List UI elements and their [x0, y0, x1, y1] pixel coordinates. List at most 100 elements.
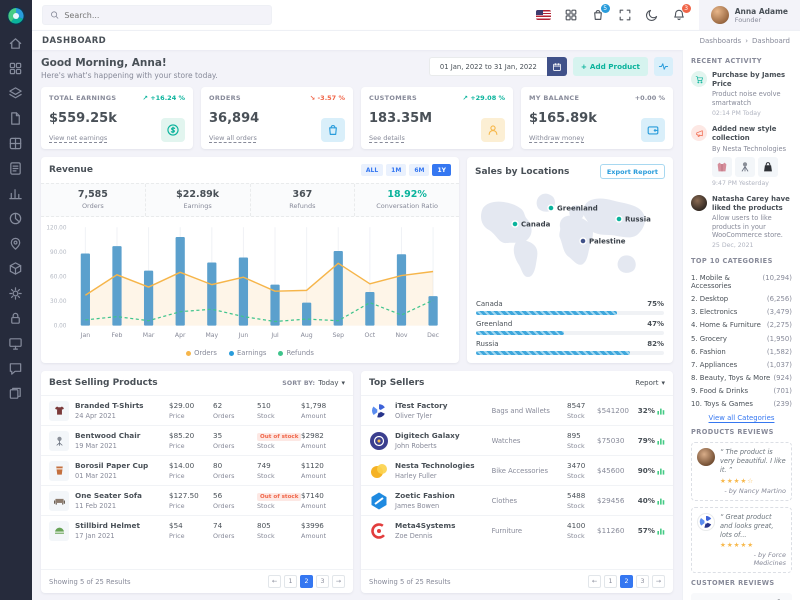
page-button-1[interactable]: 1 [604, 575, 617, 588]
range-button-1y[interactable]: 1Y [432, 164, 451, 176]
category-name: 8. Beauty, Toys & More [691, 374, 770, 382]
add-product-button[interactable]: +Add Product [573, 57, 648, 76]
greeting-row: Good Morning, Anna! Here's what's happen… [41, 57, 673, 80]
product-name: Stillbird Helmet [75, 521, 163, 530]
category-row[interactable]: 7. Appliances(1,037) [691, 358, 792, 371]
category-name: 3. Electronics [691, 308, 737, 316]
svg-text:120.00: 120.00 [47, 225, 67, 231]
activity-thumbnails [712, 157, 792, 177]
amount-cell: $1,798Amount [301, 401, 345, 420]
dark-mode-moon-icon[interactable] [645, 8, 659, 22]
range-button-1m[interactable]: 1M [386, 164, 406, 176]
category-row[interactable]: 2. Desktop(6,256) [691, 292, 792, 305]
category-row[interactable]: 10. Toys & Games(239) [691, 398, 792, 411]
pages-icon[interactable] [8, 111, 24, 127]
page-button-3[interactable]: 3 [316, 575, 329, 588]
calendar-button[interactable] [547, 57, 567, 76]
left-sidebar [0, 0, 32, 600]
stat-link[interactable]: View all orders [209, 134, 257, 142]
page-button-←[interactable]: ← [268, 575, 281, 588]
best-selling-footer: Showing 5 of 25 Results ←123→ [41, 569, 353, 593]
cart-icon[interactable]: 5 [591, 8, 605, 22]
stock-cell: 5488Stock [567, 491, 597, 510]
date-range-input[interactable] [429, 57, 547, 76]
lock-icon[interactable] [8, 311, 24, 327]
search-input[interactable] [64, 11, 264, 20]
category-row[interactable]: 4. Home & Furniture(2,275) [691, 319, 792, 332]
range-button-all[interactable]: ALL [361, 164, 383, 176]
report-dropdown[interactable]: Report ▾ [635, 379, 665, 387]
activity-time: 25 Dec, 2021 [712, 242, 792, 249]
stat-link[interactable]: See details [369, 134, 405, 142]
widgets-icon[interactable] [8, 136, 24, 152]
chat-icon[interactable] [8, 361, 24, 377]
page-button-1[interactable]: 1 [284, 575, 297, 588]
bar-chart-icon[interactable] [8, 186, 24, 202]
stat-link[interactable]: View net earnings [49, 134, 107, 142]
page-button-←[interactable]: ← [588, 575, 601, 588]
page-button-2[interactable]: 2 [300, 575, 313, 588]
top-sellers-title: Top Sellers [369, 378, 424, 388]
page-button-3[interactable]: 3 [636, 575, 649, 588]
category-row[interactable]: 5. Grocery(1,950) [691, 332, 792, 345]
table-row: Zoetic FashionJames BowenClothes5488Stoc… [361, 485, 673, 515]
category-row[interactable]: 6. Fashion(1,582) [691, 345, 792, 358]
page-button-→[interactable]: → [332, 575, 345, 588]
category-name: 4. Home & Furniture [691, 321, 761, 329]
apps-grid-icon[interactable] [8, 61, 24, 77]
product-image [49, 521, 69, 541]
home-icon[interactable] [8, 36, 24, 52]
page-button-→[interactable]: → [652, 575, 665, 588]
box-icon[interactable] [8, 261, 24, 277]
gear-icon[interactable] [8, 286, 24, 302]
monitor-icon[interactable] [8, 336, 24, 352]
seller-category: Clothes [492, 497, 567, 505]
amount-cell: $75030 [597, 436, 635, 445]
category-count: (239) [773, 400, 792, 408]
apps-grid-icon[interactable] [564, 8, 578, 22]
legend-item-refunds: Refunds [278, 349, 313, 357]
page-button-2[interactable]: 2 [620, 575, 633, 588]
sidebar-icon-menu [0, 36, 32, 402]
breadcrumb-parent[interactable]: Dashboards [700, 37, 742, 45]
best-selling-pagination: ←123→ [268, 575, 345, 588]
sort-by-dropdown[interactable]: SORT BY: Today ▾ [282, 379, 345, 387]
fullscreen-icon[interactable] [618, 8, 632, 22]
notifications-bell-icon[interactable]: 3 [672, 8, 686, 22]
stat-label: ORDERS [209, 94, 241, 102]
global-search [42, 5, 272, 25]
range-button-6m[interactable]: 6M [409, 164, 429, 176]
stock-cell: 4100Stock [567, 521, 597, 540]
layers-icon[interactable] [8, 86, 24, 102]
stat-card-my-balance: MY BALANCE+0.00 %$165.89kWithdraw money [521, 87, 673, 149]
pie-chart-icon[interactable] [8, 211, 24, 227]
thumbnail-bag [758, 157, 778, 177]
export-report-button[interactable]: Export Report [600, 164, 665, 179]
recent-activity-title: RECENT ACTIVITY [691, 57, 792, 65]
view-all-categories-link[interactable]: View all Categories [691, 414, 792, 422]
svg-text:Russia: Russia [625, 216, 651, 224]
category-row[interactable]: 1. Mobile & Accessories(10,294) [691, 271, 792, 292]
orders-cell: 80Orders [213, 461, 257, 480]
activity-button[interactable] [654, 57, 673, 76]
category-row[interactable]: 3. Electronics(3,479) [691, 306, 792, 319]
greeting-title: Good Morning, Anna! [41, 57, 218, 69]
category-row[interactable]: 8. Beauty, Toys & More(924) [691, 372, 792, 385]
results-summary: Showing 5 of 25 Results [369, 578, 451, 586]
seller-person: Oliver Tyler [395, 412, 486, 420]
stat-link[interactable]: Withdraw money [529, 134, 584, 142]
percent-cell: 32% [635, 406, 665, 415]
forms-icon[interactable] [8, 161, 24, 177]
language-flag-us[interactable] [536, 10, 551, 20]
category-name: 5. Grocery [691, 335, 727, 343]
table-row: iTest FactoryOliver TylerBags and Wallet… [361, 395, 673, 425]
map-pin-icon[interactable] [8, 236, 24, 252]
category-row[interactable]: 9. Food & Drinks(701) [691, 385, 792, 398]
amount-cell: $29456 [597, 496, 635, 505]
main-column: Good Morning, Anna! Here's what's happen… [32, 50, 682, 600]
user-menu[interactable]: Anna Adame Founder [699, 0, 800, 30]
app-logo-icon[interactable] [6, 6, 26, 26]
collection-icon[interactable] [8, 386, 24, 402]
stock-cell: 895Stock [567, 431, 597, 450]
product-review: “ Great product and looks great, lots of… [691, 507, 792, 574]
